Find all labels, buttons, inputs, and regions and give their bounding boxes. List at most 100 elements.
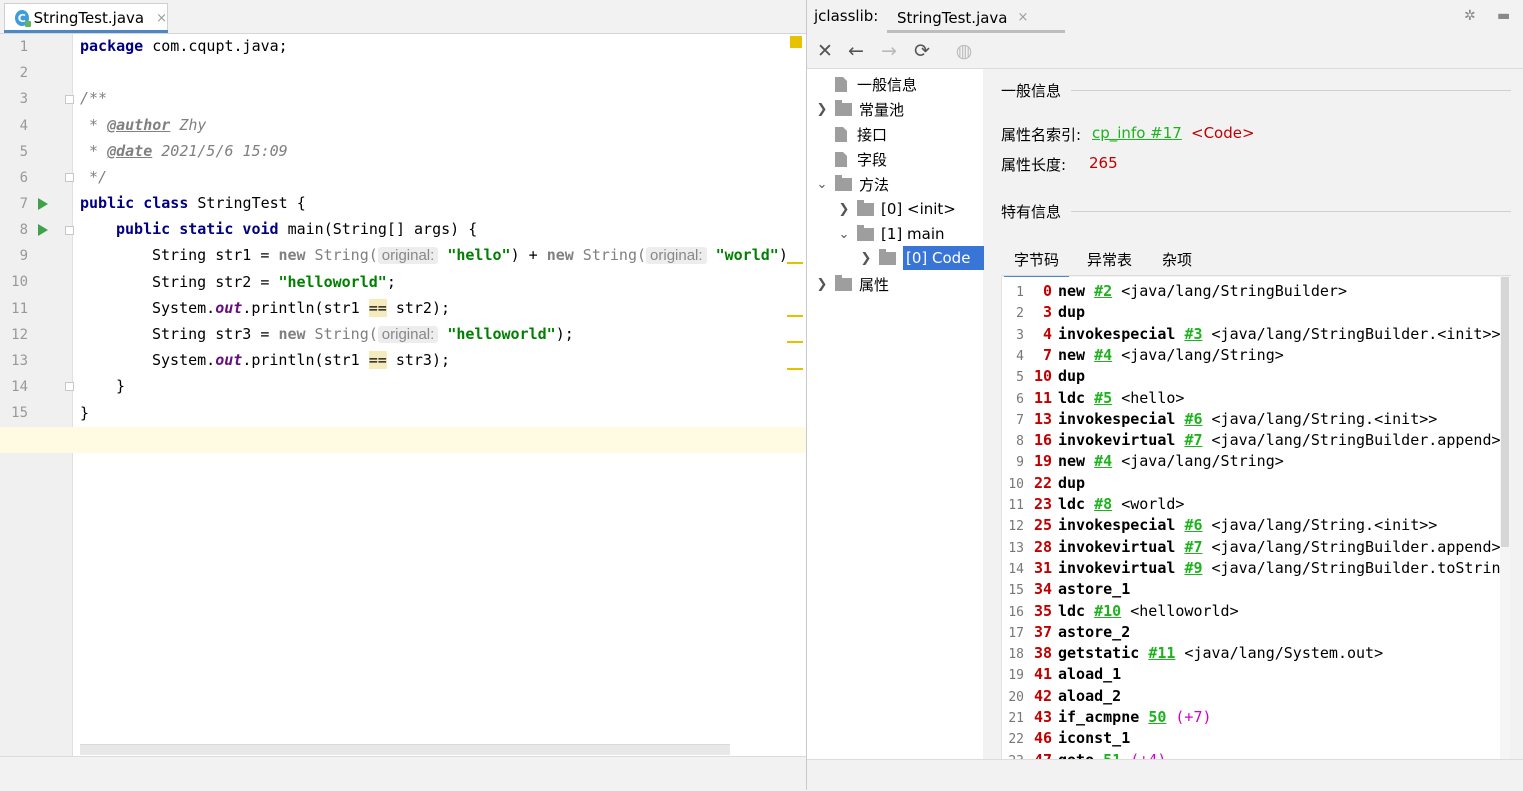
- bytecode-opcode: ldc: [1058, 601, 1086, 620]
- class-structure-tree[interactable]: 一般信息 ❯ 常量池 接口 字段 ⌄ 方法 ❯ [0] <init> ⌄ [1] mai…: [807, 69, 985, 759]
- settings-icon[interactable]: ✲: [1464, 8, 1476, 24]
- tree-node-attributes[interactable]: ❯ 属性: [815, 273, 889, 295]
- vertical-scrollbar[interactable]: [1500, 277, 1510, 759]
- chevron-right-icon[interactable]: ❯: [815, 102, 829, 117]
- bytecode-opcode: aload_2: [1058, 686, 1122, 705]
- bytecode-row: 5 10 dup: [1002, 367, 1085, 388]
- bytecode-opcode: new: [1058, 282, 1086, 300]
- bytecode-reference-link[interactable]: #7: [1184, 431, 1202, 449]
- bytecode-line-number: 2: [1016, 306, 1024, 322]
- bytecode-reference-link[interactable]: #6: [1184, 516, 1202, 534]
- bytecode-reference-link[interactable]: #2: [1094, 282, 1112, 300]
- tree-node-interfaces[interactable]: 接口: [815, 123, 887, 145]
- jclasslib-title: jclasslib:: [814, 7, 879, 25]
- bytecode-line-number: 14: [1008, 561, 1024, 577]
- run-class-icon[interactable]: [38, 198, 48, 210]
- bytecode-reference-link[interactable]: #6: [1184, 410, 1202, 428]
- tab-bytecode[interactable]: 字节码: [1003, 249, 1070, 279]
- bytecode-opcode: goto: [1058, 751, 1094, 759]
- tree-node-constant-pool[interactable]: ❯ 常量池: [815, 98, 904, 120]
- bytecode-offset: 47: [1024, 751, 1052, 759]
- code-editor[interactable]: C StringTest.java × 1 2 3 4 5 6 7 8 9 10…: [0, 0, 806, 791]
- bytecode-listing[interactable]: 1 0 new #2 <java/lang/StringBuilder> 2 3 dup 3…: [1001, 277, 1500, 759]
- bytecode-row: 14 31 invokevirtual #9 <java/lang/StringBu…: [1002, 559, 1500, 580]
- bytecode-reference-link[interactable]: #4: [1094, 346, 1112, 364]
- fold-icon[interactable]: [65, 95, 74, 104]
- tree-node-method-init[interactable]: ❯ [0] <init>: [837, 198, 956, 220]
- code-line-3: /**: [80, 89, 108, 107]
- line-number: 3: [19, 91, 28, 107]
- tree-node-fields[interactable]: 字段: [815, 148, 887, 170]
- bytecode-reference-link[interactable]: 50: [1148, 708, 1166, 726]
- chevron-down-icon[interactable]: ⌄: [837, 227, 851, 242]
- tree-node-general[interactable]: 一般信息: [815, 73, 917, 95]
- inspection-status-icon[interactable]: [790, 36, 802, 48]
- scrollbar-thumb[interactable]: [1501, 277, 1509, 547]
- show-in-browser-button[interactable]: ◍: [952, 39, 976, 63]
- bytecode-reference-link[interactable]: #10: [1094, 602, 1121, 620]
- tab-misc[interactable]: 杂项: [1162, 249, 1192, 270]
- close-icon[interactable]: ×: [1018, 10, 1029, 25]
- close-icon[interactable]: ×: [156, 11, 167, 26]
- bytecode-reference-link[interactable]: #11: [1148, 644, 1175, 662]
- fold-icon[interactable]: [65, 226, 74, 235]
- bytecode-row: 6 11 ldc #5 <hello>: [1002, 389, 1184, 410]
- bytecode-row: 2 3 dup: [1002, 303, 1085, 324]
- bytecode-reference-link[interactable]: #7: [1184, 538, 1202, 556]
- bytecode-offset: 38: [1033, 644, 1052, 663]
- tab-exception-table[interactable]: 异常表: [1087, 249, 1132, 270]
- file-icon: [835, 151, 847, 167]
- bytecode-opcode: invokevirtual: [1058, 537, 1176, 556]
- code-line-5: * @date 2021/5/6 15:09: [80, 142, 288, 160]
- line-number-gutter[interactable]: 1 2 3 4 5 6 7 8 9 10 11 12 13 14 15 16: [0, 34, 74, 756]
- bytecode-opcode: aload_1: [1058, 665, 1122, 684]
- hide-panel-icon[interactable]: ▬: [1497, 8, 1510, 24]
- bytecode-row: 12 25 invokespecial #6 <java/lang/String.<…: [1002, 516, 1437, 537]
- tree-node-method-main[interactable]: ⌄ [1] main: [837, 223, 945, 245]
- fold-icon[interactable]: [65, 173, 74, 182]
- warning-marker[interactable]: [787, 341, 803, 343]
- chevron-right-icon[interactable]: ❯: [837, 202, 851, 217]
- horizontal-scrollbar[interactable]: [80, 744, 730, 755]
- bytecode-opcode: ldc: [1058, 388, 1086, 407]
- attr-name-value: <Code>: [1191, 124, 1255, 142]
- fold-icon[interactable]: [65, 382, 74, 391]
- chevron-right-icon[interactable]: ❯: [815, 277, 829, 292]
- bytecode-line-number: 7: [1016, 412, 1024, 428]
- editor-tab-stringtest[interactable]: C StringTest.java ×: [4, 3, 168, 32]
- tree-node-code[interactable]: ❯ [0] Code: [859, 246, 985, 270]
- chevron-right-icon[interactable]: ❯: [859, 251, 873, 266]
- bytecode-reference-link[interactable]: #5: [1094, 389, 1112, 407]
- bytecode-line-number: 11: [1008, 498, 1024, 513]
- warning-marker[interactable]: [787, 262, 803, 264]
- bytecode-row: 2347goto 51 (+4): [1002, 751, 1166, 759]
- file-icon: [835, 126, 847, 142]
- attr-length-value: 265: [1089, 154, 1118, 172]
- bytecode-reference-link[interactable]: #9: [1184, 559, 1202, 577]
- tree-node-methods[interactable]: ⌄ 方法: [815, 173, 889, 195]
- bytecode-opcode: invokevirtual: [1058, 558, 1176, 577]
- warning-marker[interactable]: [787, 315, 803, 317]
- code-line-1: package com.cqupt.java;: [80, 37, 288, 55]
- reload-button[interactable]: ⟳: [910, 39, 934, 63]
- bytecode-comment: <java/lang/String.<init>>: [1202, 516, 1438, 535]
- bytecode-reference-link[interactable]: #8: [1094, 495, 1112, 513]
- chevron-down-icon[interactable]: ⌄: [815, 177, 829, 192]
- bytecode-reference-link[interactable]: 51: [1103, 751, 1121, 759]
- forward-button[interactable]: →: [877, 39, 901, 63]
- parameter-hint: original:: [646, 247, 707, 264]
- attr-name-index-link[interactable]: cp_info #17: [1092, 124, 1182, 142]
- bytecode-row: 18 38 getstatic #11 <java/lang/System.out>: [1002, 644, 1383, 665]
- jclasslib-tab-stringtest[interactable]: StringTest.java ×: [887, 3, 1065, 32]
- bytecode-reference-link[interactable]: #3: [1184, 325, 1202, 343]
- code-line-10: String str2 = "helloworld";: [152, 273, 396, 291]
- selected-node-label: [0] Code: [903, 246, 985, 270]
- folder-icon: [857, 224, 874, 241]
- run-main-icon[interactable]: [38, 224, 48, 236]
- editor-bottom-bar: [0, 756, 806, 791]
- warning-marker[interactable]: [787, 368, 803, 370]
- bytecode-comment: <java/lang/String>: [1112, 452, 1284, 471]
- back-button[interactable]: ←: [844, 39, 868, 63]
- close-file-button[interactable]: ✕: [813, 39, 837, 63]
- bytecode-reference-link[interactable]: #4: [1094, 452, 1112, 470]
